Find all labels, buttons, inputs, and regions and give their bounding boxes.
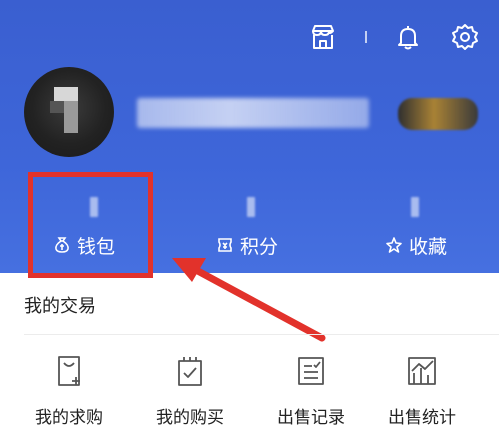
points-value-blurred bbox=[247, 197, 255, 217]
favorites-label: 收藏 bbox=[409, 235, 448, 258]
sales-chart-icon bbox=[404, 353, 440, 389]
divider-tick bbox=[365, 31, 367, 43]
store-icon[interactable] bbox=[308, 22, 338, 52]
points-label: 积分 bbox=[240, 235, 279, 258]
sales-stats-label: 出售统计 bbox=[388, 408, 456, 428]
sales-record-icon bbox=[293, 353, 329, 389]
sales-record-label: 出售记录 bbox=[277, 408, 345, 428]
favorites-value-blurred bbox=[411, 197, 419, 217]
sales-record-button[interactable]: 出售记录 bbox=[256, 353, 366, 428]
wallet-highlight-box bbox=[28, 172, 153, 278]
star-icon bbox=[385, 236, 403, 254]
my-purchases-label: 我的购买 bbox=[156, 408, 224, 428]
my-requests-label: 我的求购 bbox=[35, 408, 103, 428]
avatar[interactable] bbox=[24, 67, 114, 157]
section-title: 我的交易 bbox=[24, 296, 96, 317]
sales-stats-button[interactable]: 出售统计 bbox=[367, 353, 477, 428]
member-badge[interactable] bbox=[398, 98, 478, 130]
username-blurred bbox=[137, 98, 369, 128]
gear-icon[interactable] bbox=[450, 22, 480, 52]
bell-icon[interactable] bbox=[393, 22, 423, 52]
points-icon bbox=[216, 236, 234, 254]
my-requests-button[interactable]: 我的求购 bbox=[14, 353, 124, 428]
purchase-bag-icon bbox=[172, 353, 208, 389]
section-divider bbox=[24, 334, 499, 335]
my-purchases-button[interactable]: 我的购买 bbox=[135, 353, 245, 428]
request-bag-icon bbox=[51, 353, 87, 389]
favorites-stat[interactable]: 收藏 bbox=[385, 230, 447, 260]
points-stat[interactable]: 积分 bbox=[216, 230, 278, 260]
